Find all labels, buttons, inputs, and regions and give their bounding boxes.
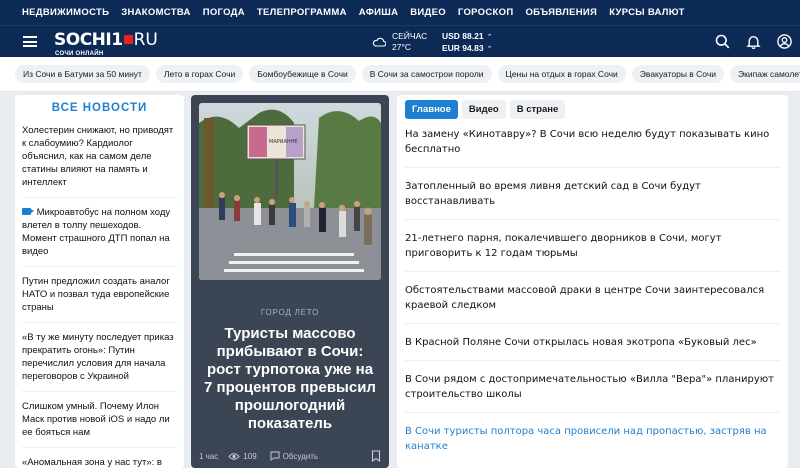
main-content: ВСЕ НОВОСТИ Холестерин снижают, но приво… bbox=[0, 92, 800, 468]
logo-subtitle: СОЧИ ОНЛАЙН bbox=[55, 51, 104, 57]
featured-meta: 1 час 109 Обсудить bbox=[199, 450, 381, 462]
tag-item[interactable]: Из Сочи в Батуми за 50 минут bbox=[15, 65, 150, 83]
tab-country[interactable]: В стране bbox=[509, 100, 566, 119]
featured-photo-illustration: МАРИАННЕ bbox=[199, 103, 381, 280]
search-icon[interactable] bbox=[715, 34, 730, 49]
tag-item[interactable]: Лето в горах Сочи bbox=[155, 65, 244, 83]
weather-temp: 27°C bbox=[392, 42, 411, 52]
header-icons bbox=[715, 34, 792, 49]
list-item[interactable]: Путин предложил создать аналог НАТО и по… bbox=[22, 275, 177, 323]
list-item[interactable]: Холестерин снижают, но приводят к слабоу… bbox=[22, 124, 177, 198]
eur-rate: EUR 94.83 bbox=[442, 43, 484, 53]
news-tabs: Главное Видео В стране bbox=[405, 100, 780, 119]
comment-icon bbox=[270, 451, 280, 461]
logo-square bbox=[123, 35, 133, 44]
menu-icon[interactable] bbox=[23, 36, 37, 47]
featured-title[interactable]: Туристы массово прибывают в Сочи: рост т… bbox=[203, 325, 377, 433]
list-item[interactable]: «В ту же минуту последует приказ прекрат… bbox=[22, 331, 177, 392]
list-item[interactable]: В Сочи рядом с достопримечательностью «В… bbox=[405, 371, 780, 413]
featured-time: 1 час bbox=[199, 451, 219, 461]
eye-icon bbox=[228, 452, 240, 460]
top-nav: НЕДВИЖИМОСТЬ ЗНАКОМСТВА ПОГОДА ТЕЛЕПРОГР… bbox=[0, 0, 800, 25]
site-header: SOCHI1 RU СОЧИ ОНЛАЙН СЕЙЧАС 27°C USD 88.… bbox=[0, 25, 800, 57]
tag-item[interactable]: Бомбоубежище в Сочи bbox=[249, 65, 356, 83]
currency-rates[interactable]: USD 88.21 ⌃ EUR 94.83 ⌃ bbox=[442, 31, 492, 55]
featured-views: 109 bbox=[243, 451, 257, 461]
usd-rate: USD 88.21 bbox=[442, 31, 484, 41]
video-camera-icon bbox=[22, 208, 34, 215]
weather-label: СЕЙЧАС bbox=[392, 31, 428, 41]
featured-photo[interactable]: МАРИАННЕ bbox=[199, 103, 381, 280]
user-icon[interactable] bbox=[777, 34, 792, 49]
list-item[interactable]: 21-летнего парня, покалечившего дворнико… bbox=[405, 230, 780, 272]
logo-tld: RU bbox=[133, 30, 158, 50]
featured-card[interactable]: МАРИАННЕ ГОРОД ЛЕТО Туристы массово приб… bbox=[191, 95, 389, 468]
billboard-text: МАРИАННЕ bbox=[269, 139, 298, 145]
list-item[interactable]: На замену «Кинотавру»? В Сочи всю неделю… bbox=[405, 126, 780, 168]
bookmark-icon[interactable] bbox=[371, 450, 381, 462]
cloud-icon bbox=[372, 37, 386, 47]
all-news-column: ВСЕ НОВОСТИ Холестерин снижают, но приво… bbox=[15, 95, 184, 468]
nav-tv[interactable]: ТЕЛЕПРОГРАММА bbox=[257, 7, 347, 18]
featured-categories[interactable]: ГОРОД ЛЕТО bbox=[191, 308, 389, 317]
list-item[interactable]: В Сочи туристы полтора часа провисели на… bbox=[405, 423, 780, 464]
list-item[interactable]: Микроавтобус на полном ходу влетел в тол… bbox=[22, 206, 177, 267]
list-item[interactable]: Обстоятельствами массовой драки в центре… bbox=[405, 282, 780, 324]
up-arrow-icon: ⌃ bbox=[486, 46, 493, 53]
weather-widget[interactable]: СЕЙЧАС 27°C bbox=[372, 31, 427, 53]
list-item[interactable]: Затопленный во время ливня детский сад в… bbox=[405, 178, 780, 220]
nav-currency[interactable]: КУРСЫ ВАЛЮТ bbox=[609, 7, 685, 18]
tab-main[interactable]: Главное bbox=[405, 100, 458, 119]
site-logo[interactable]: SOCHI1 RU СОЧИ ОНЛАЙН bbox=[54, 30, 158, 57]
all-news-title[interactable]: ВСЕ НОВОСТИ bbox=[22, 102, 177, 114]
tag-item[interactable]: Цены на отдых в горах Сочи bbox=[497, 65, 626, 83]
nav-horoscope[interactable]: ГОРОСКОП bbox=[458, 7, 514, 18]
up-arrow-icon: ⌃ bbox=[486, 34, 493, 41]
top-news-column: Главное Видео В стране На замену «Кинота… bbox=[397, 95, 788, 468]
nav-video[interactable]: ВИДЕО bbox=[410, 7, 446, 18]
nav-ads[interactable]: ОБЪЯВЛЕНИЯ bbox=[525, 7, 597, 18]
nav-realty[interactable]: НЕДВИЖИМОСТЬ bbox=[22, 7, 109, 18]
nav-weather[interactable]: ПОГОДА bbox=[203, 7, 245, 18]
list-item[interactable]: «Аномальная зона у нас тут»: в сибирское… bbox=[22, 456, 177, 468]
tab-video[interactable]: Видео bbox=[461, 100, 506, 119]
bell-icon[interactable] bbox=[746, 34, 761, 49]
list-item[interactable]: Слишком умный. Почему Илон Маск против н… bbox=[22, 400, 177, 448]
tag-item[interactable]: В Сочи за самострои пороли bbox=[361, 65, 492, 83]
discuss-link[interactable]: Обсудить bbox=[283, 452, 318, 461]
hot-tags: Из Сочи в Батуми за 50 минут Лето в гора… bbox=[0, 57, 800, 92]
tag-item[interactable]: Эвакуаторы в Сочи bbox=[631, 65, 725, 83]
nav-dating[interactable]: ЗНАКОМСТВА bbox=[121, 7, 190, 18]
tag-item[interactable]: Экипаж самолета по bbox=[730, 65, 800, 83]
logo-name: SOCHI1 bbox=[54, 30, 123, 50]
list-item[interactable]: В Красной Поляне Сочи открылась новая эк… bbox=[405, 334, 780, 361]
nav-afisha[interactable]: АФИША bbox=[359, 7, 398, 18]
